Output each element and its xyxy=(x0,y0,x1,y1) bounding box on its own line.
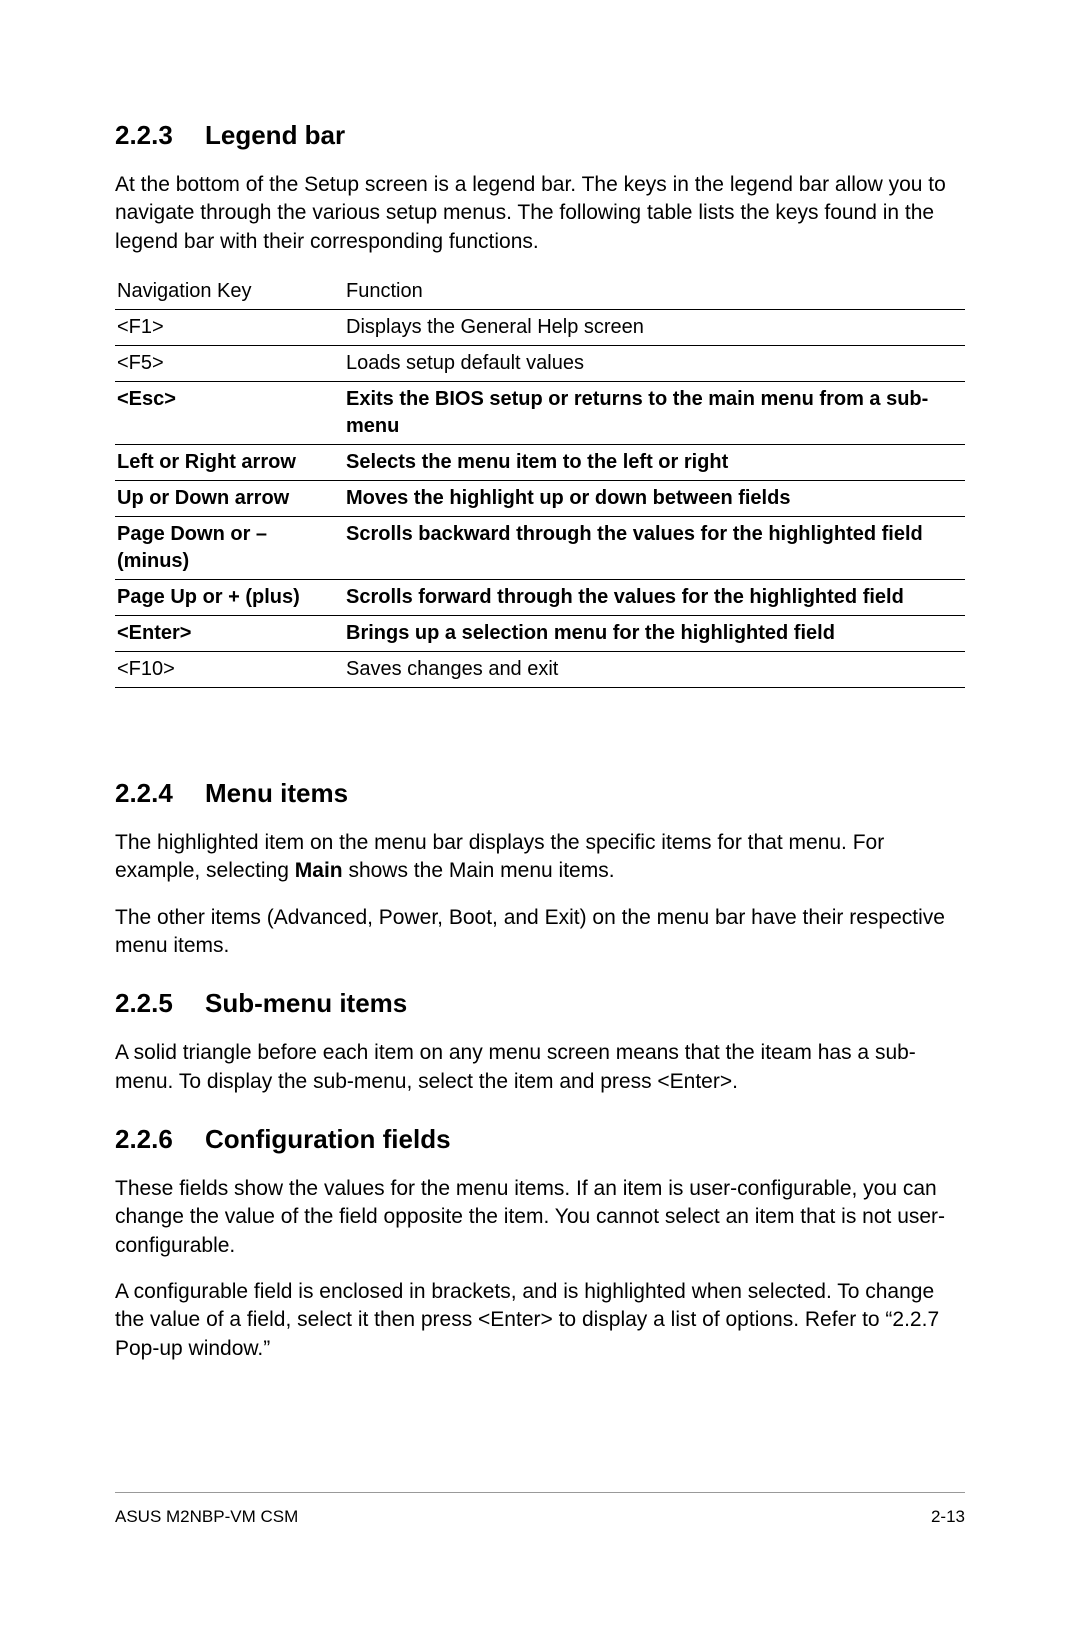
footer-divider xyxy=(115,1492,965,1493)
heading-226-title: Configuration fields xyxy=(205,1124,451,1154)
func-cell: Loads setup default values xyxy=(344,346,965,382)
func-cell: Moves the highlight up or down between f… xyxy=(344,481,965,517)
heading-224-number: 2.2.4 xyxy=(115,778,205,809)
heading-225: 2.2.5Sub-menu items xyxy=(115,988,965,1019)
table-row: Page Up or + (plus) Scrolls forward thro… xyxy=(115,580,965,616)
key-cell: Page Up or + (plus) xyxy=(115,580,344,616)
paragraph-225-1: A solid triangle before each item on any… xyxy=(115,1039,965,1096)
key-cell: <F5> xyxy=(115,346,344,382)
heading-225-number: 2.2.5 xyxy=(115,988,205,1019)
navigation-keys-table: Navigation Key Function <F1> Displays th… xyxy=(115,274,965,688)
table-row: Up or Down arrow Moves the highlight up … xyxy=(115,481,965,517)
table-row: Left or Right arrow Selects the menu ite… xyxy=(115,445,965,481)
table-header-row: Navigation Key Function xyxy=(115,274,965,310)
paragraph-223-intro: At the bottom of the Setup screen is a l… xyxy=(115,171,965,256)
heading-225-title: Sub-menu items xyxy=(205,988,407,1018)
paragraph-226-1: These fields show the values for the men… xyxy=(115,1175,965,1260)
table-row: <F10> Saves changes and exit xyxy=(115,652,965,688)
heading-226: 2.2.6Configuration fields xyxy=(115,1124,965,1155)
func-cell: Exits the BIOS setup or returns to the m… xyxy=(344,382,965,445)
page-footer: ASUS M2NBP-VM CSM 2-13 xyxy=(115,1492,965,1527)
main-bold: Main xyxy=(295,859,343,882)
func-cell: Saves changes and exit xyxy=(344,652,965,688)
func-cell: Scrolls forward through the values for t… xyxy=(344,580,965,616)
text-span: shows the Main menu items. xyxy=(343,859,615,882)
paragraph-224-1: The highlighted item on the menu bar dis… xyxy=(115,829,965,886)
footer-product-name: ASUS M2NBP-VM CSM xyxy=(115,1507,298,1527)
heading-224: 2.2.4Menu items xyxy=(115,778,965,809)
paragraph-226-2: A configurable field is enclosed in brac… xyxy=(115,1278,965,1363)
table-row: <Enter> Brings up a selection menu for t… xyxy=(115,616,965,652)
table-row: <Esc> Exits the BIOS setup or returns to… xyxy=(115,382,965,445)
paragraph-224-2: The other items (Advanced, Power, Boot, … xyxy=(115,904,965,961)
key-cell: Up or Down arrow xyxy=(115,481,344,517)
heading-226-number: 2.2.6 xyxy=(115,1124,205,1155)
func-cell: Displays the General Help screen xyxy=(344,310,965,346)
key-cell: <Esc> xyxy=(115,382,344,445)
key-cell: <F10> xyxy=(115,652,344,688)
key-cell: <Enter> xyxy=(115,616,344,652)
table-header-func: Function xyxy=(344,274,965,310)
func-cell: Scrolls backward through the values for … xyxy=(344,517,965,580)
footer-page-number: 2-13 xyxy=(931,1507,965,1527)
heading-223-number: 2.2.3 xyxy=(115,120,205,151)
table-row: Page Down or – (minus) Scrolls backward … xyxy=(115,517,965,580)
heading-223-title: Legend bar xyxy=(205,120,345,150)
key-cell: Page Down or – (minus) xyxy=(115,517,344,580)
heading-224-title: Menu items xyxy=(205,778,348,808)
table-header-key: Navigation Key xyxy=(115,274,344,310)
key-cell: <F1> xyxy=(115,310,344,346)
key-cell: Left or Right arrow xyxy=(115,445,344,481)
table-row: <F5> Loads setup default values xyxy=(115,346,965,382)
heading-223: 2.2.3Legend bar xyxy=(115,120,965,151)
func-cell: Brings up a selection menu for the highl… xyxy=(344,616,965,652)
table-row: <F1> Displays the General Help screen xyxy=(115,310,965,346)
func-cell: Selects the menu item to the left or rig… xyxy=(344,445,965,481)
